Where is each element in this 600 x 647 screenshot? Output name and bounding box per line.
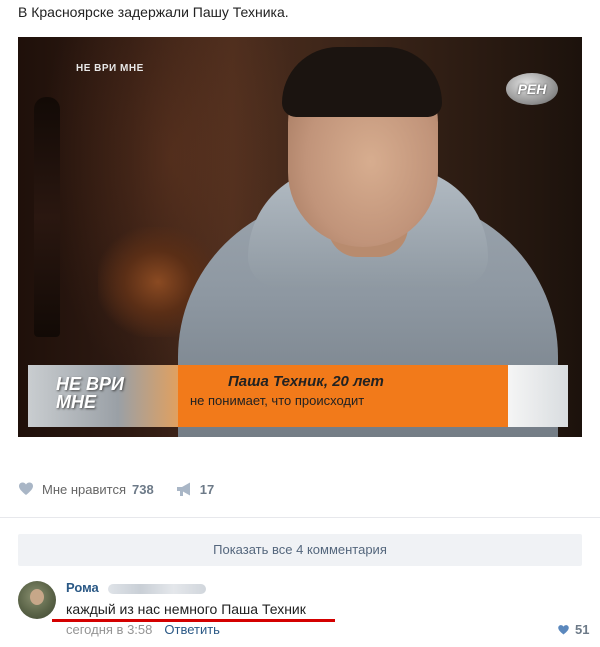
- comment-author[interactable]: Рома: [66, 580, 99, 595]
- post-text: В Красноярске задержали Пашу Техника.: [18, 4, 289, 20]
- channel-logo: РЕН: [506, 73, 558, 105]
- comment-like[interactable]: 51: [557, 622, 589, 637]
- video-thumbnail[interactable]: НЕ ВРИ МНЕ РЕН НЕ ВРИ МНЕ Паша Техник, 2…: [18, 37, 582, 437]
- share-count: 17: [199, 481, 215, 497]
- comment-like-count: 51: [575, 622, 590, 637]
- divider: [0, 517, 600, 518]
- banner-right-plate: [508, 365, 568, 427]
- banner-subtitle: не понимает, что происходит: [190, 393, 365, 408]
- banner-name: Паша Техник, 20 лет: [228, 373, 384, 390]
- person-hair: [282, 47, 442, 117]
- avatar-face: [30, 589, 44, 605]
- heart-icon[interactable]: [18, 481, 34, 497]
- heart-icon[interactable]: [557, 624, 570, 636]
- comment-meta: сегодня в 3:58 Ответить: [66, 622, 220, 637]
- show-logo-corner: НЕ ВРИ МНЕ: [76, 63, 144, 74]
- comment-text: каждый из нас немного Паша Техник: [66, 601, 306, 617]
- like-label[interactable]: Мне нравится: [42, 482, 126, 497]
- post-actions: Мне нравится 738 17: [18, 479, 214, 499]
- show-all-comments-button[interactable]: Показать все 4 комментария: [18, 534, 582, 566]
- avatar[interactable]: [18, 581, 56, 619]
- banner-logo-text: НЕ ВРИ МНЕ: [56, 374, 124, 412]
- video-statue: [34, 97, 60, 337]
- reply-link[interactable]: Ответить: [164, 622, 220, 637]
- post-page: В Красноярске задержали Пашу Техника. НЕ…: [0, 0, 600, 647]
- megaphone-icon[interactable]: [176, 481, 194, 497]
- author-surname-blur: [108, 584, 206, 594]
- comment-time[interactable]: сегодня в 3:58: [66, 622, 152, 637]
- like-count: 738: [132, 481, 154, 497]
